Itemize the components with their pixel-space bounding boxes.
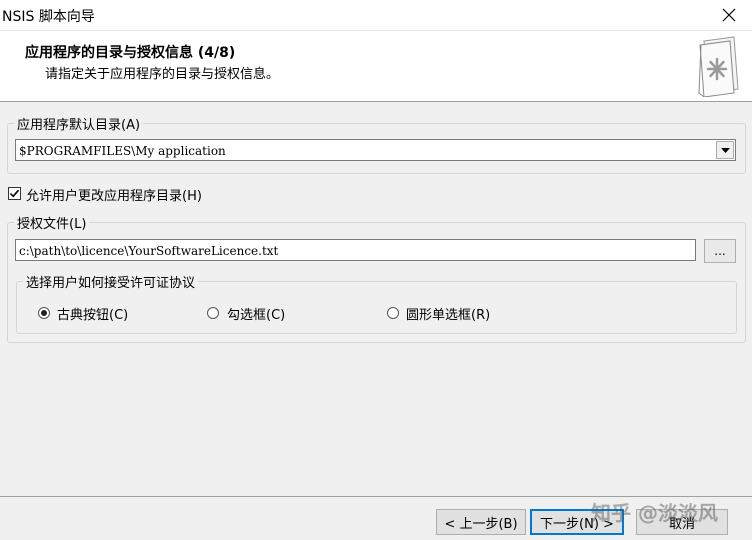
accept-method-legend: 选择用户如何接受许可证协议 xyxy=(26,276,196,291)
page-subtitle: 请指定关于应用程序的目录与授权信息。 xyxy=(45,67,280,82)
app-dir-value: $PROGRAMFILES\My application xyxy=(19,144,226,158)
combo-dropdown-button[interactable] xyxy=(716,141,734,159)
title-bar: NSIS 脚本向导 xyxy=(0,0,752,31)
document-asterisk-icon xyxy=(698,36,739,97)
radio-radiobuttons[interactable] xyxy=(387,307,399,319)
radio-checkbox-label[interactable]: 勾选框(C) xyxy=(227,304,285,323)
license-path-value: c:\path\to\licence\YourSoftwareLicence.t… xyxy=(19,244,279,258)
radio-radiobuttons-label[interactable]: 圆形单选框(R) xyxy=(406,304,490,323)
page-title: 应用程序的目录与授权信息 (4/8) xyxy=(25,45,236,61)
allow-change-label[interactable]: 允许用户更改应用程序目录(H) xyxy=(26,185,202,204)
radio-classic-button[interactable] xyxy=(38,307,50,319)
watermark: 知乎 @淡淡风 xyxy=(591,501,718,525)
app-dir-legend: 应用程序默认目录(A) xyxy=(17,118,141,133)
browse-button[interactable]: ... xyxy=(704,239,736,263)
radio-classic-label[interactable]: 古典按钮(C) xyxy=(57,304,128,323)
chevron-down-icon xyxy=(720,147,730,153)
header-panel: 应用程序的目录与授权信息 (4/8) 请指定关于应用程序的目录与授权信息。 xyxy=(0,31,752,102)
license-legend: 授权文件(L) xyxy=(17,217,87,232)
back-button[interactable]: < 上一步(B) xyxy=(436,509,526,535)
radio-checkbox[interactable] xyxy=(207,307,219,319)
check-icon xyxy=(9,189,20,198)
app-dir-combobox[interactable]: $PROGRAMFILES\My application xyxy=(15,139,736,161)
license-path-input[interactable]: c:\path\to\licence\YourSoftwareLicence.t… xyxy=(15,239,696,261)
allow-change-checkbox[interactable] xyxy=(8,187,21,200)
window-title: NSIS 脚本向导 xyxy=(2,9,95,25)
accept-method-group: 选择用户如何接受许可证协议 xyxy=(16,272,737,334)
close-icon xyxy=(722,8,736,22)
close-button[interactable] xyxy=(706,0,752,30)
